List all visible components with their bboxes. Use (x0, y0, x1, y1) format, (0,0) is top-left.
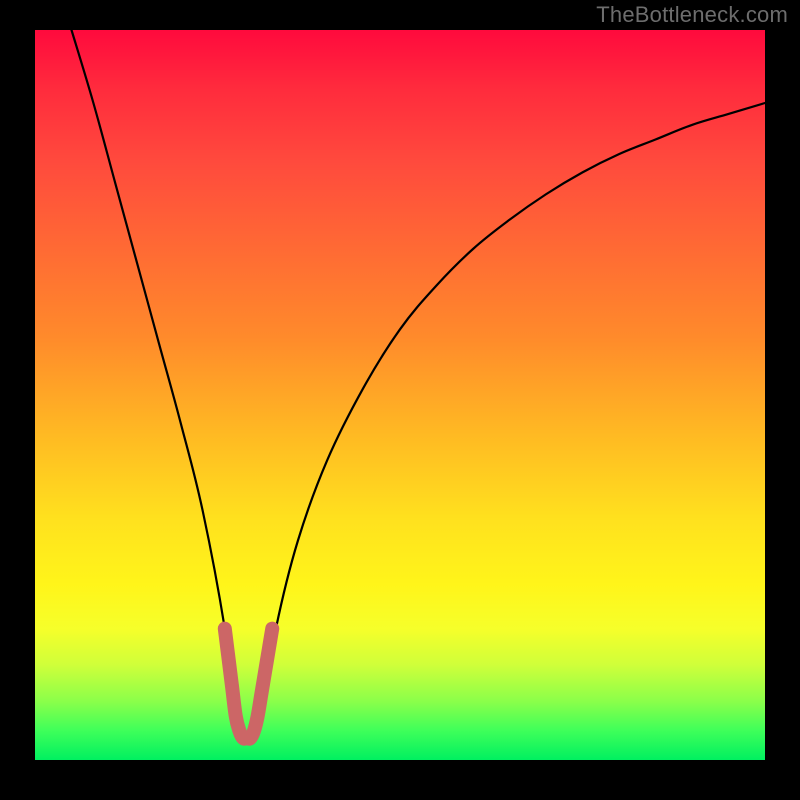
valley-marker (225, 629, 272, 739)
curve-svg (35, 30, 765, 760)
bottleneck-curve (72, 30, 766, 741)
plot-area (35, 30, 765, 760)
attribution-label: TheBottleneck.com (596, 2, 788, 28)
chart-frame: TheBottleneck.com (0, 0, 800, 800)
